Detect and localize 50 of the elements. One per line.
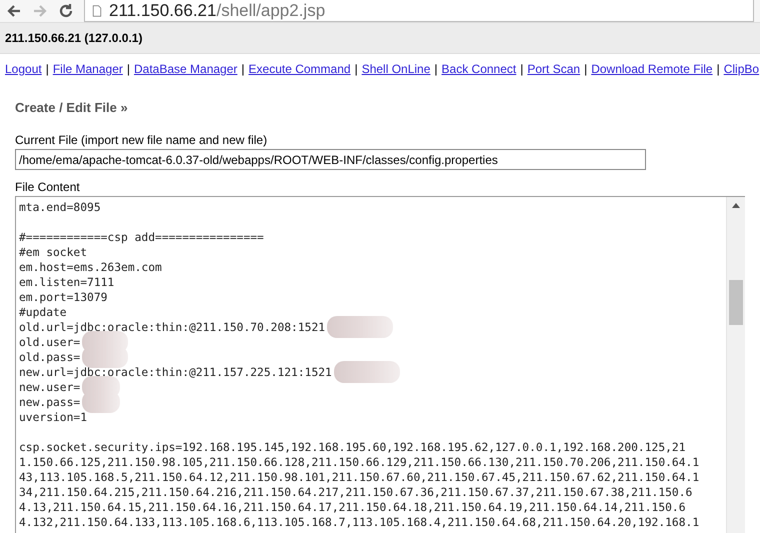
code-line: 43,113.105.168.5,211.150.64.12,211.150.98.101,211.150.67.60,211.150.67.45,211.150.67.62,211.150.64.1: [19, 471, 700, 484]
nav-link[interactable]: Logout: [5, 62, 42, 76]
nav-link[interactable]: Shell OnLine: [362, 62, 430, 76]
nav-separator: |: [584, 62, 588, 76]
nav-separator: |: [520, 62, 524, 76]
nav-link[interactable]: Port Scan: [527, 62, 580, 76]
nav-separator: |: [434, 62, 438, 76]
code-line: old.user=: [19, 336, 80, 349]
code-line: 1.150.66.125,211.150.98.105,211.150.66.128,211.150.66.129,211.150.66.130,211.150.70.206,211.150.64.1: [19, 456, 700, 469]
nav-separator: |: [241, 62, 245, 76]
server-title: 211.150.66.21 (127.0.0.1): [5, 31, 142, 45]
code-line: new.url=jdbc:oracle:thin:@211.157.225.121:1521: [19, 366, 332, 379]
code-line: #em socket: [19, 246, 88, 259]
code-line: 4.132,211.150.64.133,113.105.168.6,113.105.168.7,113.105.168.4,211.150.64.68,211.150.64.20,192.168.1: [19, 516, 700, 529]
scroll-up-icon[interactable]: [732, 203, 740, 208]
nav-link[interactable]: Download Remote File: [591, 62, 713, 76]
nav-link[interactable]: File Manager: [52, 62, 123, 76]
file-content-area[interactable]: [15, 196, 745, 533]
code-line: new.pass=: [19, 396, 80, 409]
code-line: em.host=ems.263em.com: [19, 261, 162, 274]
code-line: old.url=jdbc:oracle:thin:@211.150.70.208:1521: [19, 321, 326, 334]
reload-icon[interactable]: [58, 3, 74, 19]
nav-separator: |: [126, 62, 130, 76]
nav-link[interactable]: Execute Command: [248, 62, 351, 76]
nav-link[interactable]: ClipBo: [724, 62, 760, 76]
nav-link[interactable]: DataBase Manager: [134, 62, 238, 76]
code-line: new.user=: [19, 381, 80, 394]
field-label: File Content: [15, 180, 81, 194]
nav-separator: |: [354, 62, 358, 76]
code-line: #update: [19, 306, 67, 319]
code-line: 34,211.150.64.215,211.150.64.216,211.150.64.217,211.150.67.36,211.150.67.37,211.150.67.38,211.150.6: [19, 486, 692, 499]
code-line: old.pass=: [19, 351, 80, 364]
code-line: mta.end=8095: [19, 201, 101, 214]
scrollbar[interactable]: [726, 197, 745, 533]
address-bar[interactable]: 211.150.66.21/shell/app2.jsp: [84, 0, 754, 22]
scroll-thumb[interactable]: [729, 280, 743, 325]
file-path-field[interactable]: /home/ema/apache-tomcat-6.0.37-old/webapps/ROOT/WEB-INF/classes/config.properties: [15, 149, 646, 170]
page-icon: [91, 4, 103, 18]
code-line: em.port=13079: [19, 291, 108, 304]
code-line: csp.socket.security.ips=192.168.195.145,192.168.195.60,192.168.195.62,127.0.0.1,192.168.200.125,21: [19, 441, 686, 454]
code-line: 4.13,211.150.64.15,211.150.64.16,211.150.64.17,211.150.64.18,211.150.64.19,211.150.64.14,211.150.6: [19, 501, 686, 514]
code-line: em.listen=7111: [19, 276, 114, 289]
back-icon[interactable]: [6, 3, 22, 19]
nav-separator: |: [716, 62, 720, 76]
field-label: Current File (import new file name and new file): [15, 133, 268, 147]
code-line: uversion=1: [19, 411, 88, 424]
nav-separator: |: [46, 62, 49, 76]
section-title: Create / Edit File »: [15, 100, 129, 115]
nav-link[interactable]: Back Connect: [442, 62, 516, 76]
code-line: #============csp add================: [19, 231, 264, 244]
